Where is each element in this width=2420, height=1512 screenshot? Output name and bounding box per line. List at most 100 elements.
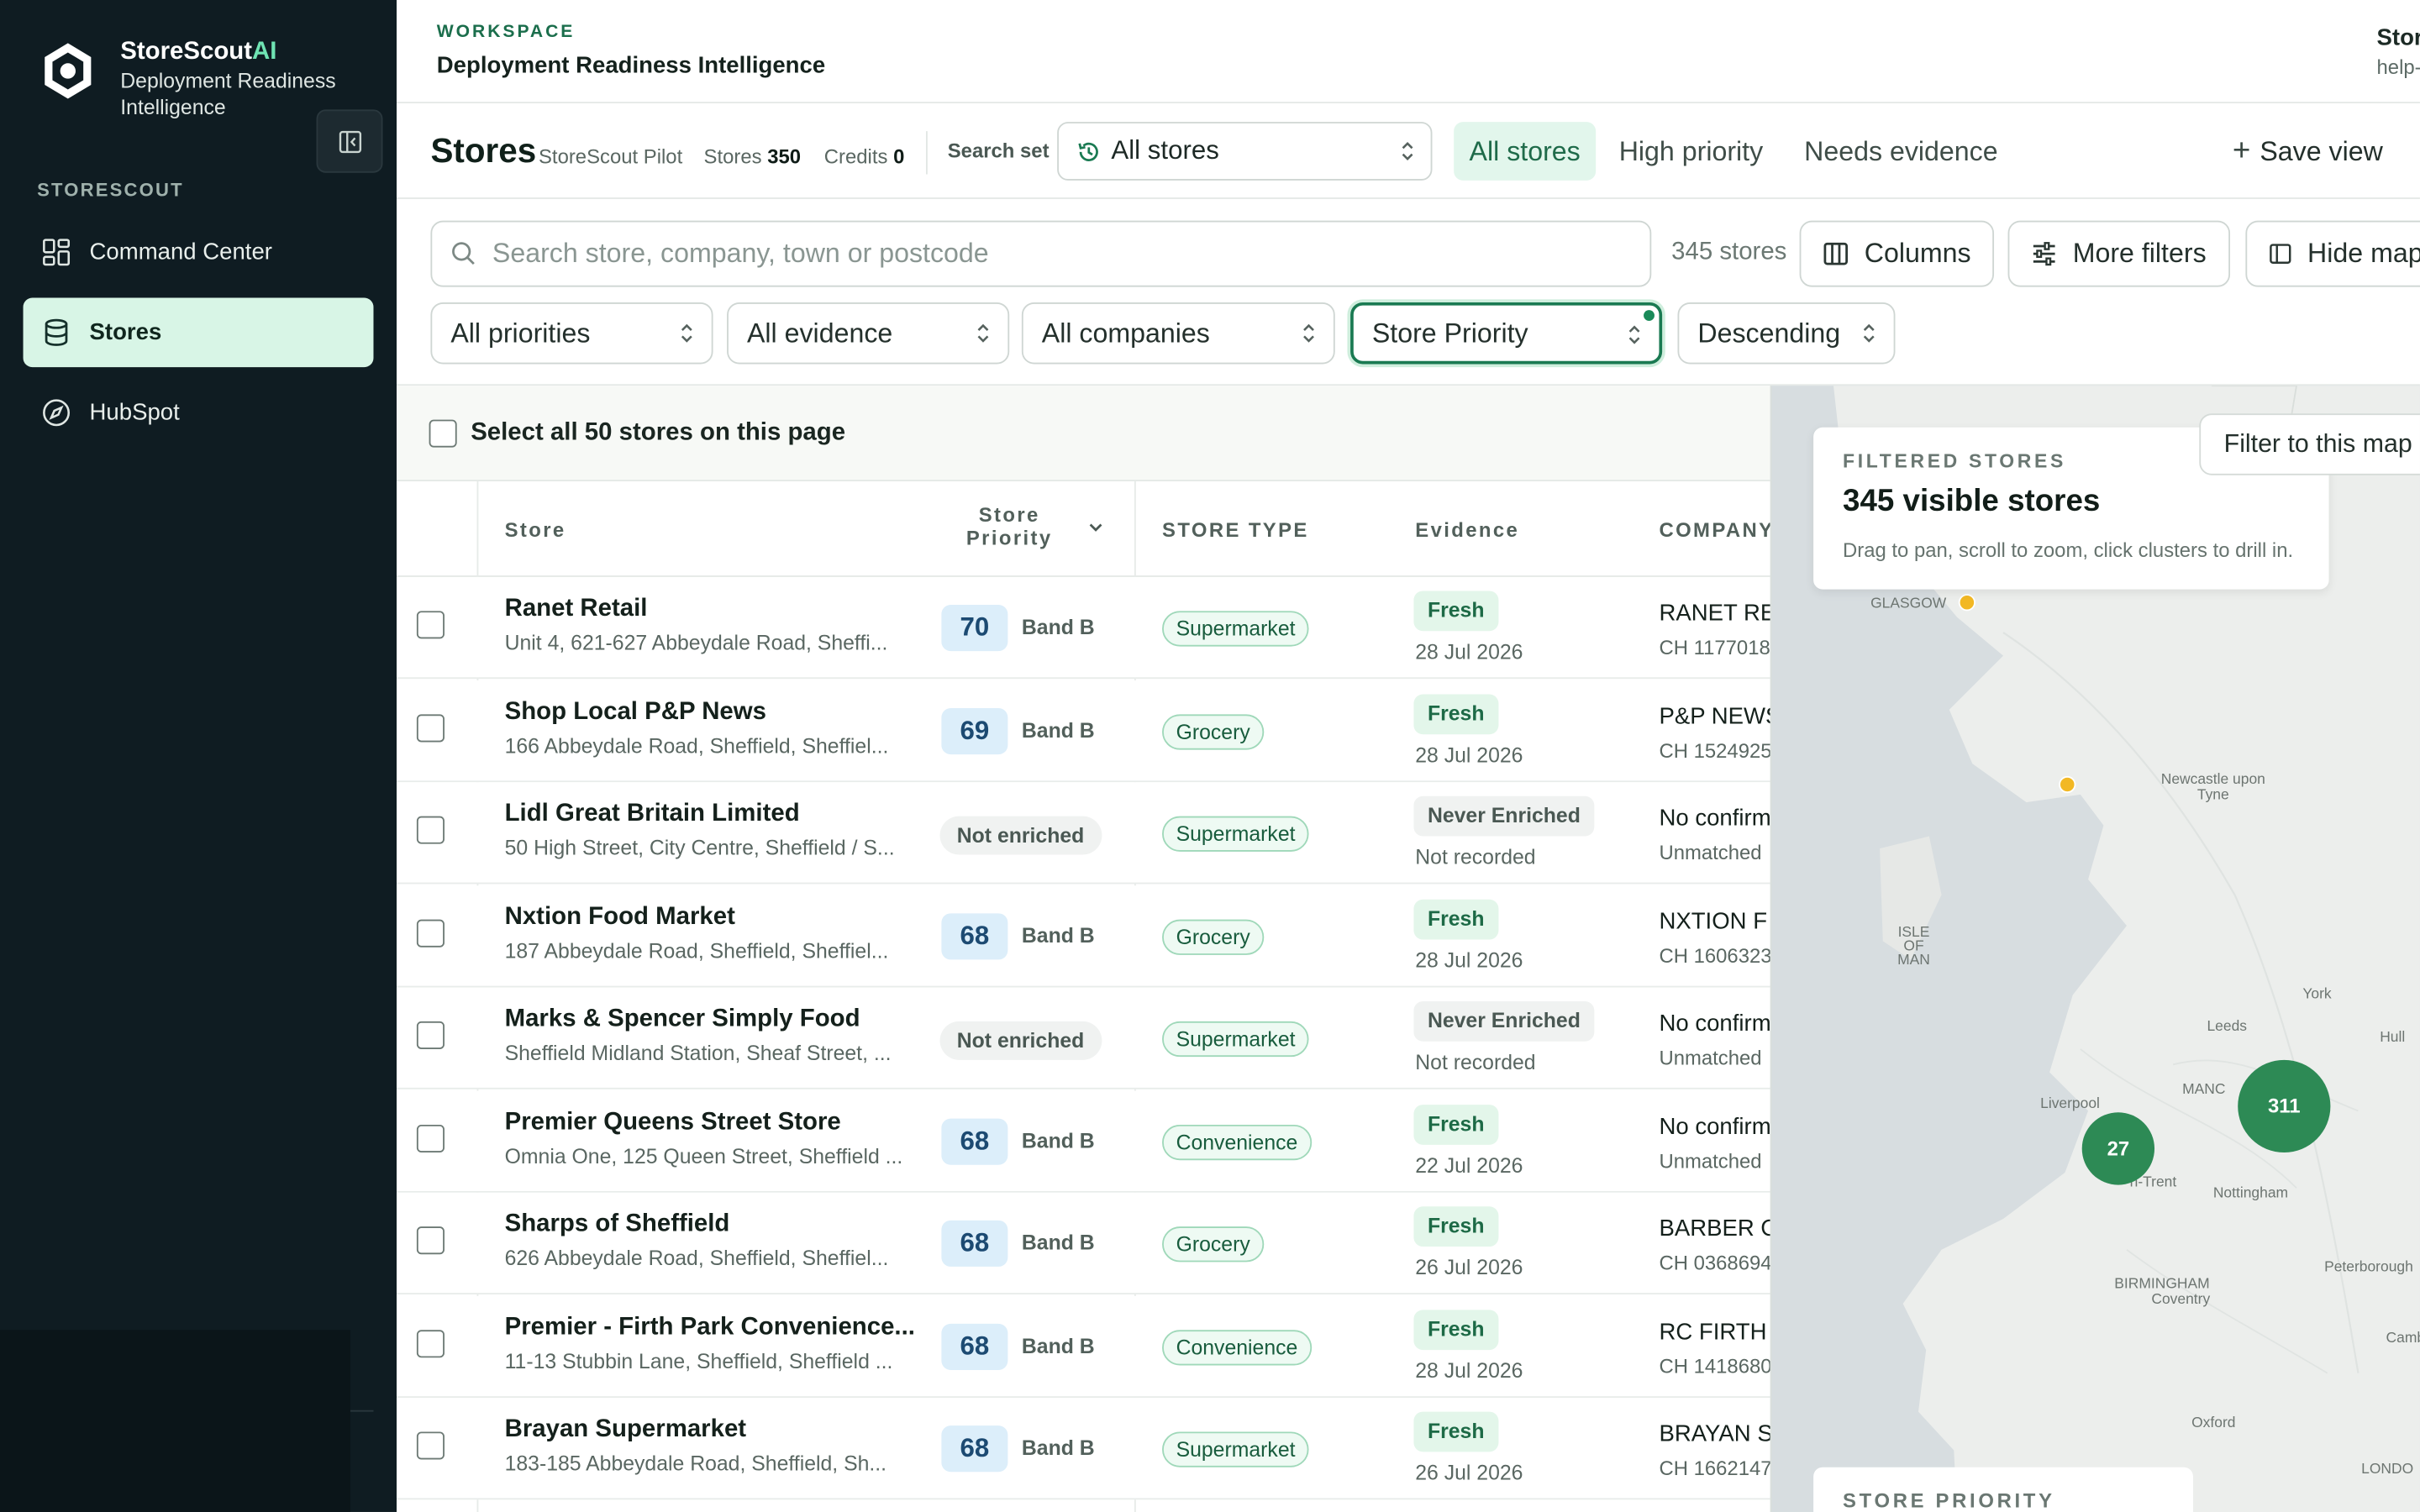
map-cluster[interactable]: 27 [2081,1112,2155,1185]
store-type-badge: Grocery [1162,713,1265,749]
tab-high-priority[interactable]: High priority [1603,122,1778,181]
store-type-badge: Grocery [1162,918,1265,954]
row-checkbox[interactable] [416,1431,445,1460]
company-number: CH 1606323 [1659,943,1770,967]
stores-count: Stores 350 [703,144,802,169]
map-marker[interactable] [2059,775,2076,794]
table-row[interactable]: Nxtion Food Market 187 Abbeydale Road, Sh… [397,885,1770,987]
tab-needs-evidence[interactable]: Needs evidence [1789,122,2013,181]
row-checkbox[interactable] [416,1329,445,1357]
row-checkbox[interactable] [416,1021,445,1049]
map-place-label: GLASGOW [1870,595,1947,613]
sidebar-item-command-center[interactable]: Command Center [24,218,374,287]
company-name: BARBER O [1659,1215,1770,1242]
sort-field-select[interactable]: Store Priority [1350,302,1663,365]
collapse-sidebar-button[interactable] [316,109,383,173]
filter-to-map-button[interactable]: Filter to this map [2199,413,2420,475]
credits-count: Credits 0 [823,144,905,169]
table-row[interactable]: Sharps of Sheffield 626 Abbeydale Road, S… [397,1192,1770,1294]
topbar: WORKSPACE Deployment Readiness Intellige… [397,0,2420,104]
column-header-store-priority[interactable]: Store Priority [955,503,1064,549]
row-checkbox[interactable] [416,1124,445,1152]
row-checkbox[interactable] [416,611,445,639]
company-number: CH 1177018 [1659,635,1770,659]
search-placeholder: Search store, company, town or postcode [492,237,989,269]
chevron-down-icon[interactable] [1088,522,1103,534]
workspace-title: Deployment Readiness Intelligence [436,52,826,79]
map-place-label: York [2302,985,2332,1003]
row-checkbox[interactable] [416,713,445,742]
store-type-badge: Supermarket [1162,611,1310,647]
map-marker[interactable] [1958,594,1975,612]
priority-filter-select[interactable]: All priorities [430,302,713,365]
priority-band: Band B [1021,1231,1095,1255]
table-header: Store Store Priority STORE TYPE Evidence… [397,481,1770,577]
priority-score: 68 [941,1117,1008,1164]
map-place-label: Camb [2386,1330,2420,1347]
store-name[interactable]: Premier Queens Street Store [505,1109,841,1137]
store-address: 183-185 Abbeydale Road, Sheffield, Sh... [504,1452,887,1475]
store-address: 626 Abbeydale Road, Sheffield, Sheffiel.… [504,1247,889,1270]
select-all-label[interactable]: Select all 50 stores on this page [471,420,845,448]
store-address: Unit 4, 621-627 Abbeydale Road, Sheffi..… [504,631,888,654]
table-row[interactable]: Premier - Firth Park Convenience... 11-13… [397,1294,1770,1398]
store-name[interactable]: Marks & Spencer Simply Food [505,1006,860,1034]
store-name[interactable]: Premier - Firth Park Convenience... [505,1314,915,1341]
select-all-checkbox[interactable] [429,419,457,448]
column-header-evidence[interactable]: Evidence [1415,518,1519,542]
tab-all-stores[interactable]: All stores [1454,122,1597,181]
store-name[interactable]: Shop Local P&P News [505,698,766,726]
brand[interactable]: StoreScoutAI Deployment Readiness Intell… [40,37,352,120]
table-row[interactable]: Premier Queens Street Store Omnia One, 12… [397,1089,1770,1192]
active-indicator-dot [1644,310,1655,322]
hide-map-button[interactable]: Hide map [2245,220,2420,287]
table-row[interactable]: Shop Local P&P News 166 Abbeydale Road, S… [397,680,1770,782]
evidence-date: 28 Jul 2026 [1415,743,1523,766]
map-place-label: Leeds [2207,1018,2248,1036]
store-name[interactable]: Nxtion Food Market [505,903,735,931]
company-name: No confirm [1659,1011,1770,1037]
divider [926,131,928,175]
map-panel[interactable]: GLASGOW Newcastle upon Tyne ISLE OF MAN … [1770,386,2420,1512]
save-view-button[interactable]: + Save view [2233,134,2383,170]
company-filter-select[interactable]: All companies [1021,302,1335,365]
column-header-store-type[interactable]: STORE TYPE [1162,518,1309,542]
table-row[interactable]: Ranet Retail Unit 4, 621-627 Abbeydale Ro… [397,576,1770,680]
store-name[interactable]: Sharps of Sheffield [505,1211,730,1239]
company-number: Unmatched [1659,841,1762,864]
user-name[interactable]: Stor [2377,24,2420,50]
table-row[interactable]: Marks & Spencer Simply Food Sheffield Mid… [397,987,1770,1089]
map-cluster[interactable]: 311 [2238,1059,2331,1153]
row-checkbox[interactable] [416,918,445,947]
card-title: 345 visible stores [1843,484,2101,519]
map-place-label: Oxford [2191,1415,2236,1432]
sidebar-item-stores[interactable]: Stores [23,297,374,368]
evidence-date: 26 Jul 2026 [1415,1461,1523,1484]
table-row[interactable]: Brayan Supermarket 183-185 Abbeydale Road… [397,1398,1770,1500]
evidence-date: 28 Jul 2026 [1415,1358,1523,1382]
row-checkbox[interactable] [416,1226,445,1255]
column-header-store[interactable]: Store [505,518,566,542]
evidence-filter-select[interactable]: All evidence [727,302,1010,365]
column-header-company[interactable]: COMPANY [1659,518,1770,542]
store-name[interactable]: Brayan Supermarket [505,1416,746,1444]
search-input[interactable]: Search store, company, town or postcode [430,220,1652,287]
row-checkbox[interactable] [416,816,445,844]
columns-button[interactable]: Columns [1799,220,1995,287]
priority-score: 69 [941,707,1008,754]
search-set-select[interactable]: All stores [1057,122,1433,181]
evidence-date: 22 Jul 2026 [1415,1152,1523,1177]
table-row[interactable]: Lidl Great Britain Limited 50 High Street… [397,782,1770,885]
compass-icon [43,399,71,427]
more-filters-button[interactable]: More filters [2007,220,2230,287]
company-name: No confirm [1659,1113,1770,1140]
map-place-label: Hull [2380,1029,2406,1047]
evidence-badge: Never Enriched [1413,1001,1595,1042]
evidence-date: Not recorded [1415,1050,1536,1074]
sort-order-select[interactable]: Descending [1677,302,1896,365]
sidebar-item-hubspot[interactable]: HubSpot [24,378,374,448]
company-name: P&P NEWS [1659,702,1770,729]
store-name[interactable]: Ranet Retail [505,596,648,623]
store-name[interactable]: Lidl Great Britain Limited [505,801,800,828]
brand-name: StoreScoutAI [120,38,277,66]
